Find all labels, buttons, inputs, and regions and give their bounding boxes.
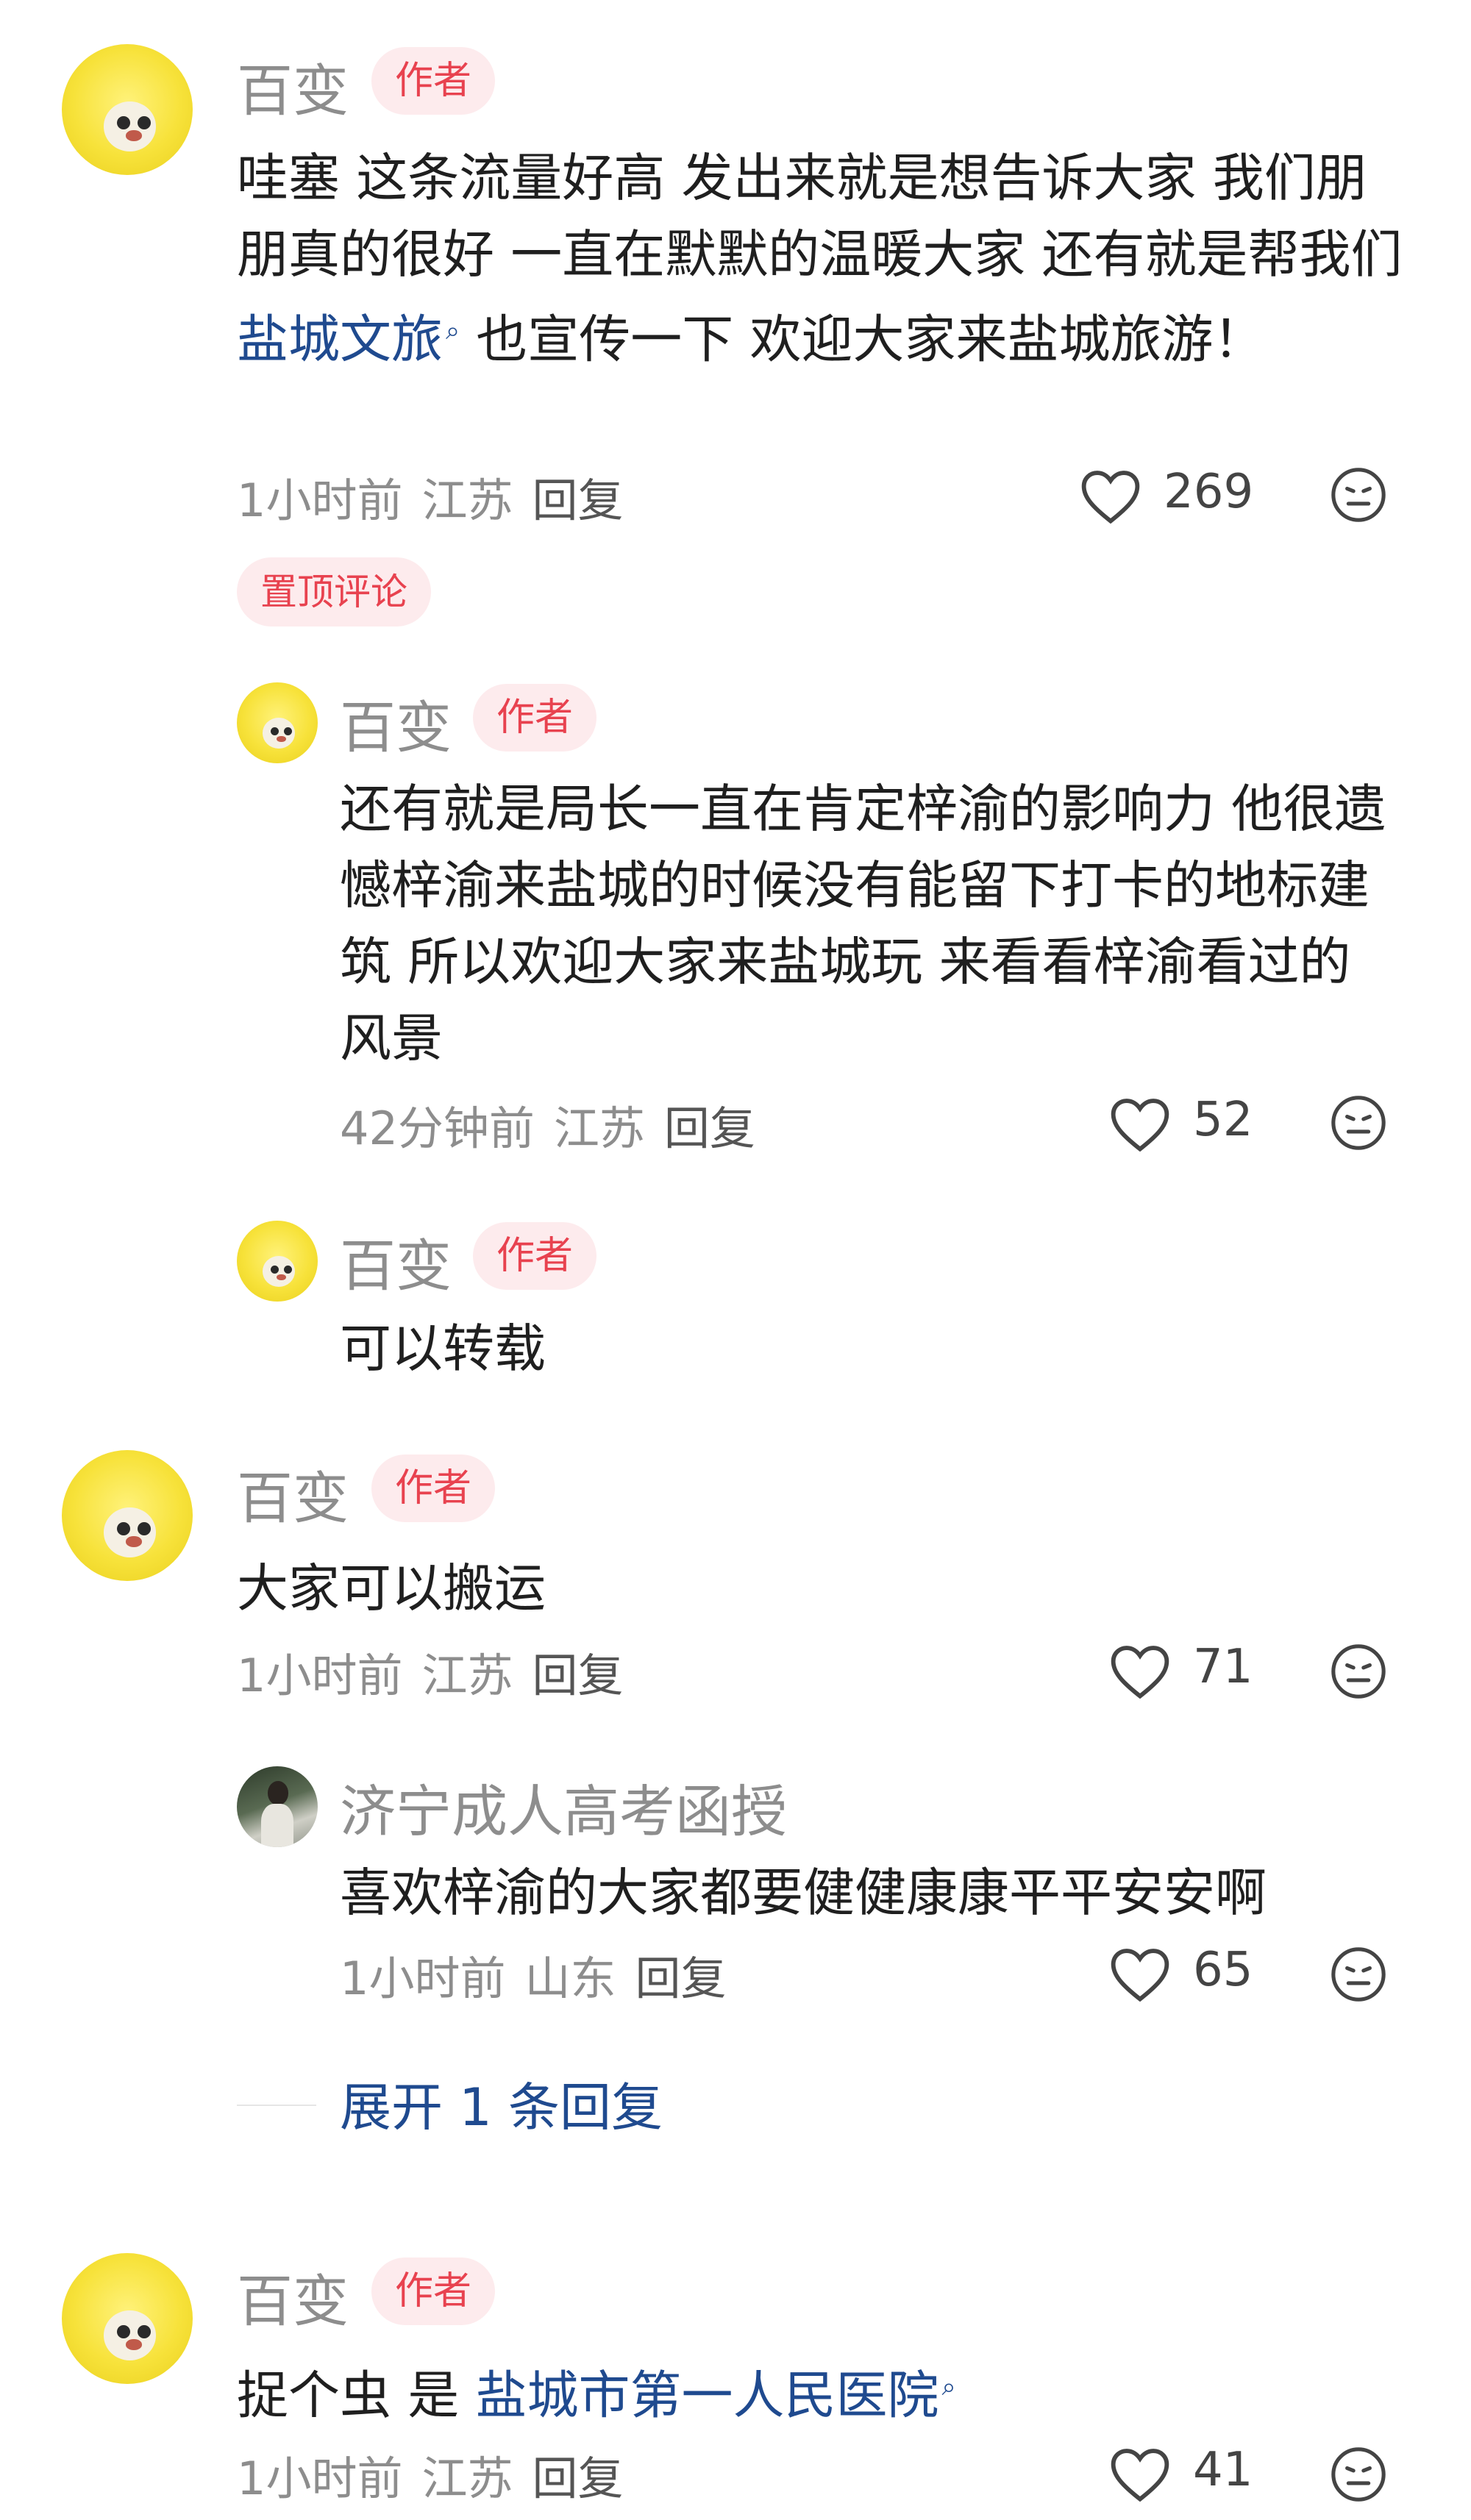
comment-text: 哇塞 这条流量好高 发出来就是想告诉大家 我们朋朋真的很好 一直在默默的温暖大家… — [237, 148, 1403, 370]
neutral-face-icon[interactable] — [1328, 1944, 1389, 2005]
comment-meta: 1小时前 江苏 回复 — [237, 463, 642, 529]
reply-button[interactable]: 回复 — [532, 474, 623, 527]
author-badge: 作者 — [473, 684, 597, 752]
like-count: 52 — [1193, 1093, 1253, 1147]
pinned-comment-badge: 置顶评论 — [237, 557, 431, 627]
avatar[interactable] — [237, 1221, 318, 1302]
comment-location: 江苏 — [421, 1649, 513, 1702]
comment-author-name[interactable]: 百变 — [237, 46, 349, 126]
reply-location: 江苏 — [553, 1102, 645, 1155]
avatar[interactable] — [62, 1450, 193, 1581]
like-button[interactable]: 65 — [1108, 1938, 1299, 2012]
reply-text: 喜欢梓渝的大家都要健健康康平平安安啊 — [340, 1863, 1267, 1923]
heart-outline-icon — [1111, 1949, 1169, 2002]
like-count: 71 — [1193, 1640, 1253, 1694]
comment-author-name[interactable]: 百变 — [237, 1453, 349, 1534]
topic-link[interactable]: 盐城市第一人民医院 — [476, 2365, 939, 2425]
comment-meta: 1小时前 江苏 回复 — [237, 1638, 642, 1705]
reply-button[interactable]: 回复 — [532, 1649, 623, 1702]
reply-meta: 42分钟前 江苏 回复 — [340, 1091, 774, 1157]
comment-author-name[interactable]: 百变 — [237, 2256, 349, 2337]
search-mark-icon: ⌕ — [446, 316, 460, 346]
reply-author-name[interactable]: 济宁成人高考函授 — [340, 1766, 787, 1847]
topic-link[interactable]: 盐城文旅 — [237, 309, 443, 369]
reply-button[interactable]: 回复 — [532, 2452, 623, 2505]
reply-text: 还有就是局长一直在肯定梓渝的影响力 他很遗憾梓渝来盐城的时候没有能留下打卡的地标… — [340, 779, 1386, 1068]
like-button[interactable]: 269 — [1078, 460, 1299, 534]
reply-author-name[interactable]: 百变 — [340, 1221, 452, 1302]
neutral-face-icon[interactable] — [1328, 1641, 1389, 1702]
heart-outline-icon — [1111, 1099, 1169, 1152]
like-count: 41 — [1193, 2443, 1253, 2497]
comment-text: 捉个虫 是 盐城市第一人民医院 ⌕ — [237, 2365, 956, 2426]
author-badge: 作者 — [371, 47, 496, 115]
like-count: 65 — [1193, 1943, 1253, 1997]
expand-divider — [237, 2105, 316, 2106]
expand-replies-button[interactable]: 展开 1 条回复 — [340, 2066, 663, 2141]
comment-time: 1小时前 — [237, 1649, 403, 1702]
reply-time: 1小时前 — [340, 1952, 506, 2005]
like-button[interactable]: 52 — [1108, 1088, 1299, 1162]
comment-location: 江苏 — [421, 474, 513, 527]
avatar[interactable] — [62, 2253, 193, 2384]
avatar[interactable] — [237, 682, 318, 763]
search-mark-icon: ⌕ — [941, 2372, 956, 2402]
reply-button[interactable]: 回复 — [635, 1952, 726, 2005]
reply-button[interactable]: 回复 — [664, 1102, 755, 1155]
author-badge: 作者 — [371, 1454, 496, 1522]
like-count: 269 — [1164, 465, 1254, 519]
like-button[interactable]: 41 — [1108, 2438, 1299, 2512]
like-button[interactable]: 71 — [1108, 1635, 1299, 1709]
neutral-face-icon[interactable] — [1328, 2444, 1389, 2505]
heart-outline-icon — [1111, 2449, 1169, 2502]
avatar[interactable] — [62, 44, 193, 175]
comment-time: 1小时前 — [237, 2452, 403, 2505]
author-badge: 作者 — [371, 2257, 496, 2325]
neutral-face-icon[interactable] — [1328, 465, 1389, 525]
reply-text: 可以转载 — [340, 1318, 546, 1379]
comment-location: 江苏 — [421, 2452, 513, 2505]
reply-time: 42分钟前 — [340, 1102, 535, 1155]
neutral-face-icon[interactable] — [1328, 1093, 1389, 1153]
comment-meta: 1小时前 江苏 回复 — [237, 2441, 642, 2507]
comment-text: 大家可以搬运 — [237, 1558, 546, 1618]
heart-outline-icon — [1081, 471, 1140, 524]
reply-author-name[interactable]: 百变 — [340, 682, 452, 763]
comment-time: 1小时前 — [237, 474, 403, 527]
reply-meta: 1小时前 山东 回复 — [340, 1941, 745, 2007]
heart-outline-icon — [1111, 1646, 1169, 1699]
avatar[interactable] — [237, 1766, 318, 1847]
author-badge: 作者 — [473, 1222, 597, 1290]
reply-location: 山东 — [524, 1952, 616, 2005]
